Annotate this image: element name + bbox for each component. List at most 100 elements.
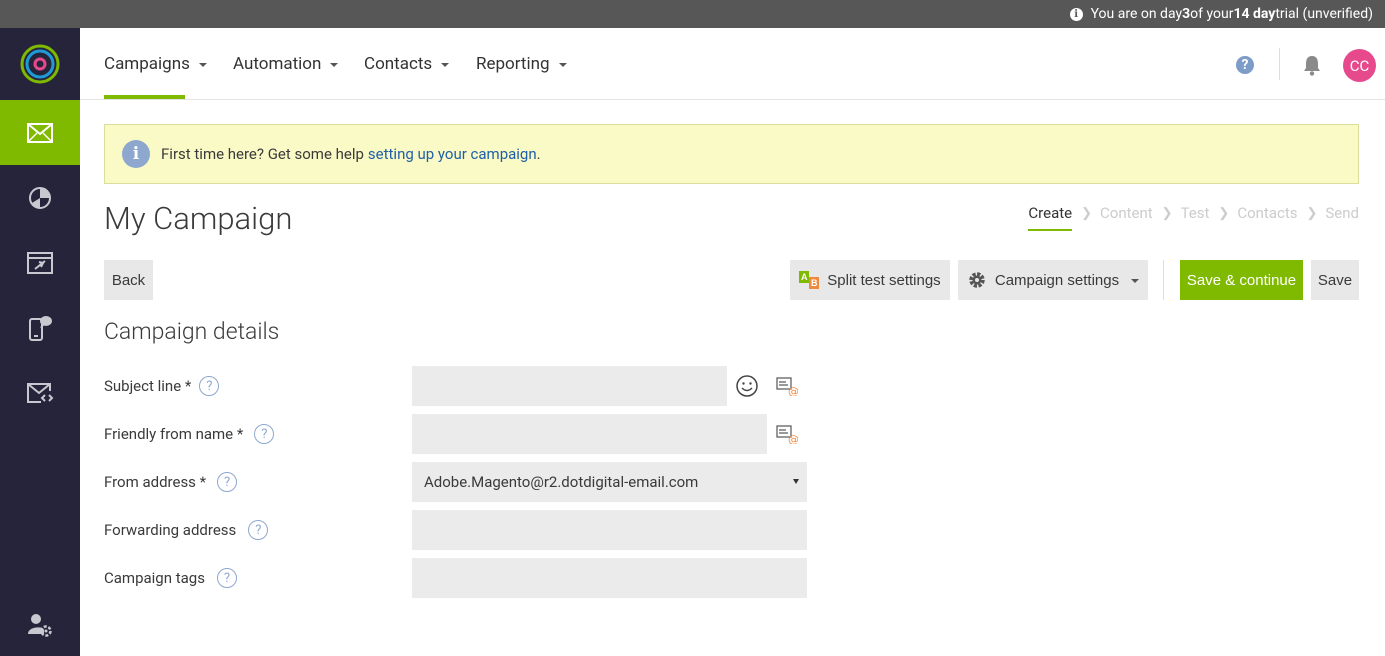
split-test-label: Split test settings [827,271,941,289]
campaign-tags-row: Campaign tags ? [104,558,824,598]
trial-day: 3 [1182,6,1191,22]
friendly-from-label: Friendly from name * [104,425,244,443]
caret-down-icon [198,63,207,67]
nav-divider [1279,48,1280,80]
gear-icon [969,272,985,288]
svg-text:@: @ [788,385,798,396]
trial-bar: i You are on day 3 of your 14 day trial … [0,0,1385,28]
sidebar-item-account-settings[interactable] [0,612,80,638]
forwarding-address-label-wrap: Forwarding address ? [104,510,269,550]
friendly-from-input[interactable] [412,414,767,454]
subject-line-label: Subject line * [104,377,192,395]
nav-automation-label: Automation [233,54,322,74]
from-address-help-icon[interactable]: ? [217,472,238,492]
sidebar [0,28,80,656]
sidebar-item-automation[interactable] [0,230,80,295]
back-button[interactable]: Back [104,260,153,300]
wizard-steps: Create ❯ Content ❯ Test ❯ Contacts ❯ Sen… [1028,204,1359,231]
select-arrow-icon [793,479,799,484]
trial-suffix: trial (unverified) [1275,6,1373,22]
emoji-icon[interactable] [736,375,758,397]
friendly-from-label-wrap: Friendly from name * ? [104,414,275,454]
personalisation-icon[interactable]: @ [776,376,798,396]
friendly-from-help-icon[interactable]: ? [254,424,275,444]
banner-period: . [536,145,541,163]
forwarding-address-help-icon[interactable]: ? [248,520,269,540]
bell-icon[interactable] [1302,54,1322,80]
nav-contacts[interactable]: Contacts [364,28,450,100]
top-nav: Campaigns Automation Contacts Reporting … [80,28,1385,100]
save-button[interactable]: Save [1311,260,1359,300]
from-address-value: Adobe.Magento@r2.dotdigital-email.com [424,473,699,491]
personalisation-icon[interactable]: @ [776,424,798,444]
user-settings-icon [28,614,52,637]
chevron-right-icon: ❯ [1081,205,1093,221]
forwarding-address-input[interactable] [412,510,807,550]
avatar[interactable]: CC [1343,49,1376,82]
svg-text:@: @ [788,433,798,444]
sidebar-item-reporting[interactable] [0,165,80,230]
step-send[interactable]: Send [1325,204,1359,222]
campaign-tags-help-icon[interactable]: ? [216,568,237,588]
campaign-settings-label: Campaign settings [994,271,1120,289]
caret-down-icon [1131,279,1140,283]
sidebar-item-sms[interactable] [0,295,80,360]
step-content[interactable]: Content [1100,204,1153,222]
campaign-tags-label: Campaign tags [104,569,205,587]
nav-reporting-label: Reporting [476,54,550,74]
nav-automation[interactable]: Automation [233,28,339,100]
campaign-tags-input[interactable] [412,558,807,598]
sidebar-item-campaigns[interactable] [0,100,80,165]
nav-reporting[interactable]: Reporting [476,28,567,100]
ab-b: B [809,277,820,289]
app-logo[interactable] [0,28,80,100]
banner-link[interactable]: setting up your campaign [368,145,537,163]
save-continue-button[interactable]: Save & continue [1180,260,1303,300]
chevron-right-icon: ❯ [1218,205,1230,221]
forwarding-address-label: Forwarding address [104,521,237,539]
step-contacts[interactable]: Contacts [1237,204,1297,222]
help-icon[interactable]: ? [1236,56,1254,74]
from-address-label: From address * [104,473,207,491]
nav-campaigns-label: Campaigns [104,54,190,74]
trial-middle: of your [1190,6,1234,22]
caret-down-icon [558,63,567,67]
forwarding-address-row: Forwarding address ? [104,510,824,550]
chevron-right-icon: ❯ [1161,205,1173,221]
nav-campaigns[interactable]: Campaigns [104,28,207,100]
toolbar-divider [1163,260,1164,300]
envelope-code-icon [27,382,54,403]
logo-icon [20,44,60,84]
ab-test-icon: AB [799,271,820,289]
nav-contacts-label: Contacts [364,54,433,74]
chevron-right-icon: ❯ [1306,205,1318,221]
help-banner: i First time here? Get some help setting… [104,124,1359,184]
from-address-label-wrap: From address * ? [104,462,238,502]
from-address-select[interactable]: Adobe.Magento@r2.dotdigital-email.com [412,462,807,502]
info-icon: i [122,140,150,168]
page-title: My Campaign [104,200,293,237]
campaign-settings-button[interactable]: Campaign settings [958,260,1148,300]
pie-chart-icon [29,186,51,209]
trial-length: 14 day [1233,6,1276,22]
trial-prefix: You are on day [1090,6,1183,22]
subject-line-input[interactable] [412,366,727,406]
subject-line-label-wrap: Subject line * ? [104,366,220,406]
nav-active-indicator [104,95,185,99]
info-icon: i [1069,7,1083,21]
campaign-tags-label-wrap: Campaign tags ? [104,558,237,598]
caret-down-icon [330,63,339,67]
from-address-row: From address * ? Adobe.Magento@r2.dotdig… [104,462,824,502]
sidebar-item-templates[interactable] [0,360,80,425]
banner-text: First time here? Get some help [161,145,364,163]
step-create[interactable]: Create [1028,204,1072,231]
subject-help-icon[interactable]: ? [199,376,220,396]
step-test[interactable]: Test [1181,204,1210,222]
section-title: Campaign details [104,318,280,345]
browser-plane-icon [27,251,53,274]
subject-line-row: Subject line * ? @ [104,366,824,406]
mobile-chat-icon [29,315,52,341]
ab-a: A [799,271,810,283]
caret-down-icon [441,63,450,67]
split-test-settings-button[interactable]: AB Split test settings [790,260,950,300]
